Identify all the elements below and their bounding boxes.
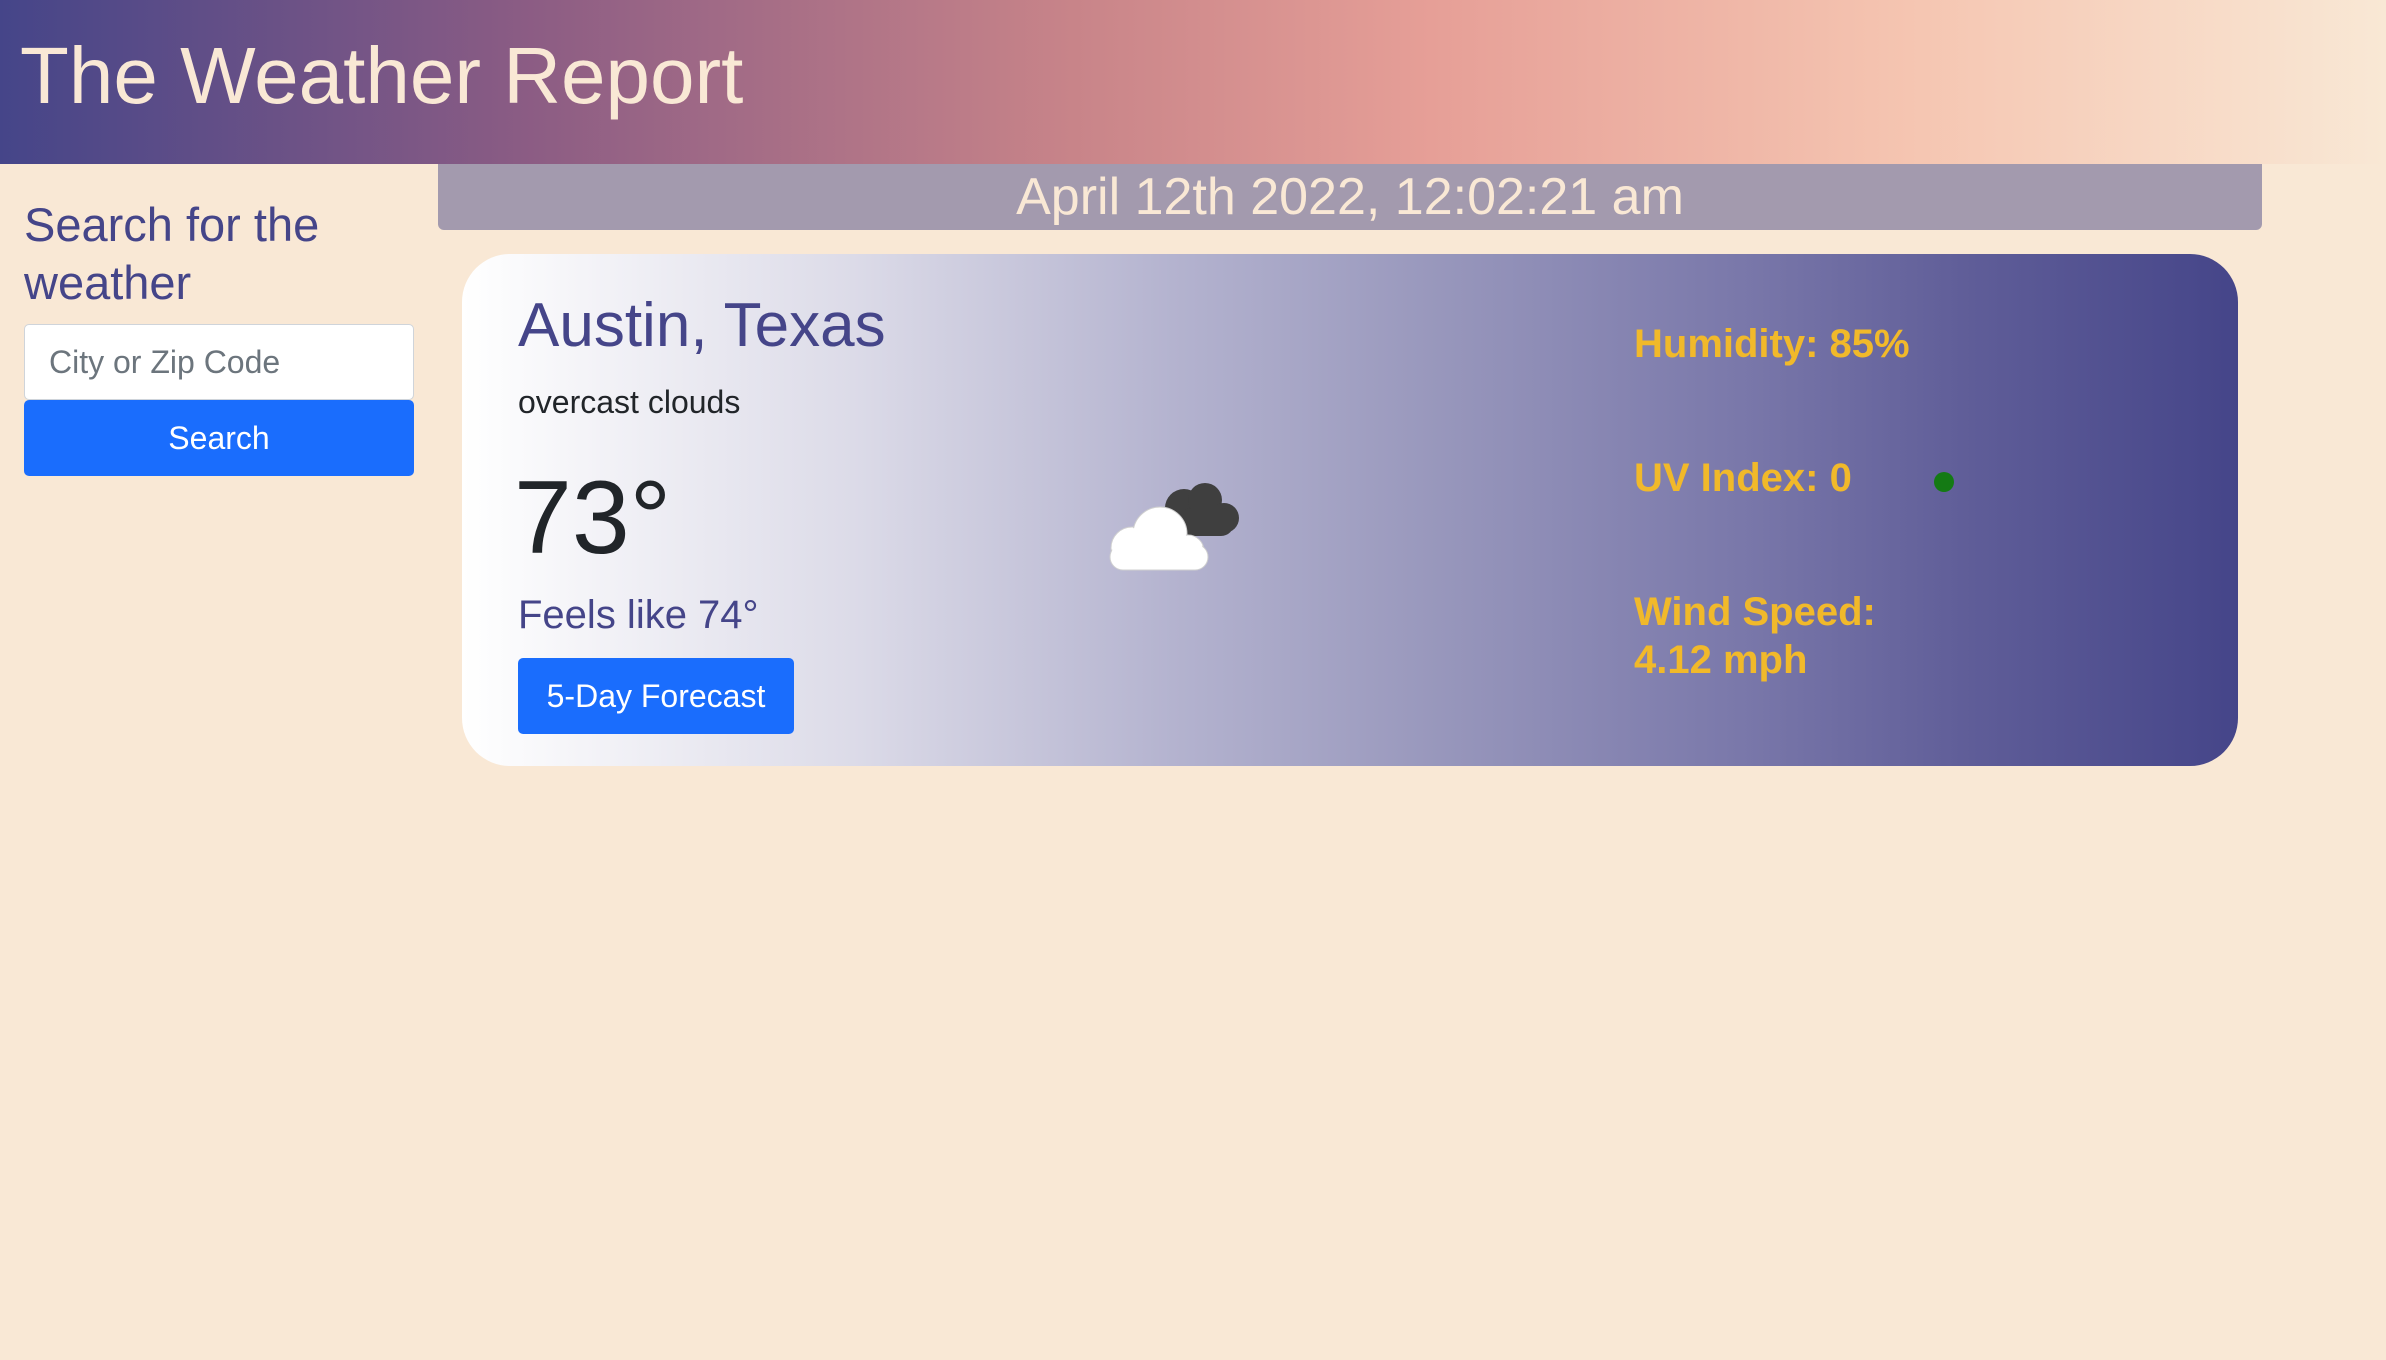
wind-speed-stat: Wind Speed: 4.12 mph [1634, 588, 1934, 684]
humidity-stat: Humidity: 85% [1634, 322, 1910, 366]
page-header: The Weather Report [0, 0, 2386, 164]
city-search-input[interactable] [24, 324, 414, 400]
search-button[interactable]: Search [24, 400, 414, 476]
city-name: Austin, Texas [518, 291, 886, 360]
uv-index-stat: UV Index: 0 [1634, 456, 1852, 500]
current-datetime: April 12th 2022, 12:02:21 am [438, 164, 2262, 230]
overcast-clouds-icon [1109, 483, 1239, 571]
search-heading: Search for the weather [24, 198, 320, 309]
app-title: The Weather Report [20, 31, 744, 120]
feels-like-temperature: Feels like 74° [518, 593, 759, 637]
uv-index-indicator [1934, 472, 1954, 492]
wind-speed-value: 4.12 mph [1634, 638, 1808, 682]
current-temperature: 73° [514, 460, 672, 576]
wind-speed-label: Wind Speed: [1634, 590, 1876, 634]
search-sidebar: Search for the weather Search [24, 196, 414, 476]
five-day-forecast-button[interactable]: 5-Day Forecast [518, 658, 794, 734]
current-weather-card: Austin, Texas overcast clouds 73° Feels … [462, 254, 2238, 766]
weather-description: overcast clouds [518, 384, 741, 420]
